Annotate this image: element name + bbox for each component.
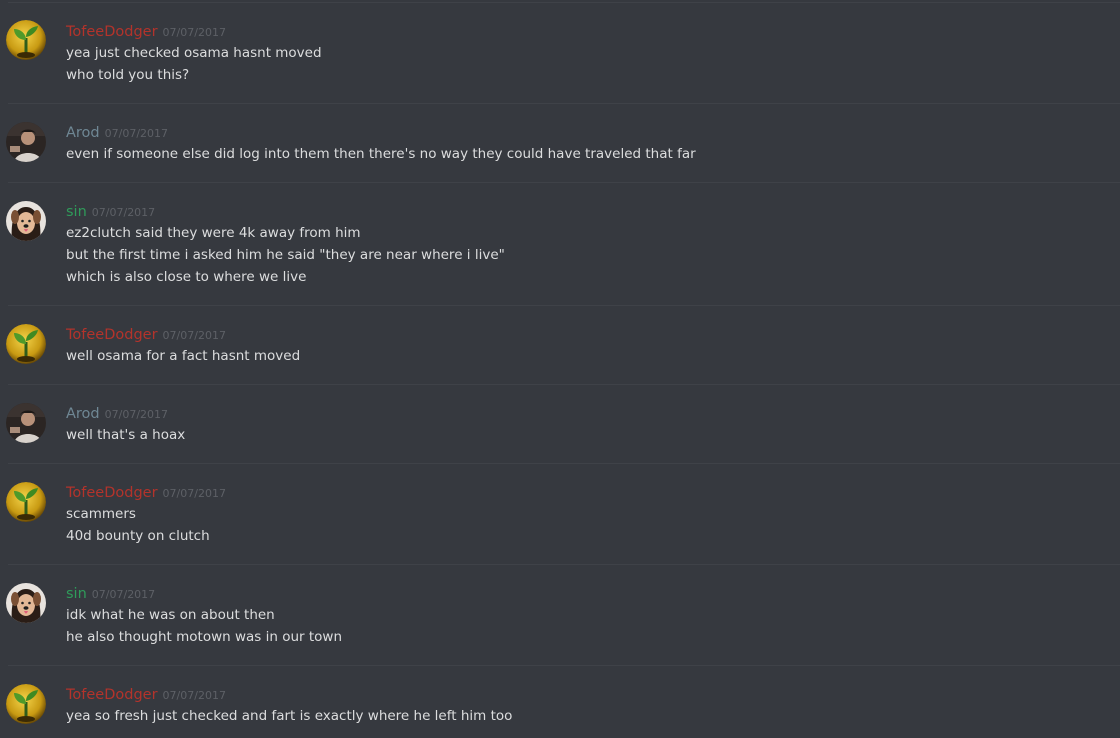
timestamp: 07/07/2017 <box>162 26 226 39</box>
message-text: he also thought motown was in our town <box>66 629 343 645</box>
avatar[interactable] <box>6 684 46 724</box>
message-divider <box>8 463 1120 464</box>
message-divider <box>8 182 1120 183</box>
message-text: well that's a hoax <box>66 427 186 443</box>
message-divider <box>8 384 1120 385</box>
message-text: who told you this? <box>66 67 190 83</box>
username[interactable]: TofeeDodger <box>66 327 158 343</box>
username[interactable]: TofeeDodger <box>66 24 158 40</box>
avatar[interactable] <box>6 583 46 623</box>
dog-filter-face-icon <box>6 201 46 241</box>
message-divider <box>8 305 1120 306</box>
message-divider <box>8 103 1120 104</box>
sprout-icon <box>6 324 46 364</box>
timestamp: 07/07/2017 <box>162 329 226 342</box>
sprout-icon <box>6 482 46 522</box>
avatar[interactable] <box>6 482 46 522</box>
message-text: yea just checked osama hasnt moved <box>66 45 322 61</box>
message-text: yea so fresh just checked and fart is ex… <box>66 708 513 724</box>
message-divider <box>8 564 1120 565</box>
message-text: which is also close to where we live <box>66 269 307 285</box>
sprout-icon <box>6 684 46 724</box>
chat-message-list: TofeeDodger 07/07/2017 yea just checked o… <box>0 0 1120 738</box>
username[interactable]: Arod <box>66 125 100 141</box>
avatar[interactable] <box>6 122 46 162</box>
message-text: idk what he was on about then <box>66 607 275 623</box>
message-text: ez2clutch said they were 4k away from hi… <box>66 225 361 241</box>
username[interactable]: Arod <box>66 406 100 422</box>
sprout-icon <box>6 20 46 60</box>
message-text: even if someone else did log into them t… <box>66 146 696 162</box>
timestamp: 07/07/2017 <box>104 127 169 140</box>
message-text: scammers <box>66 506 136 522</box>
avatar[interactable] <box>6 324 46 364</box>
avatar[interactable] <box>6 403 46 443</box>
message-text: but the first time i asked him he said "… <box>66 247 505 263</box>
username[interactable]: sin <box>66 586 87 602</box>
timestamp: 07/07/2017 <box>104 408 169 421</box>
avatar[interactable] <box>6 201 46 241</box>
username[interactable]: TofeeDodger <box>66 687 158 703</box>
username[interactable]: sin <box>66 204 87 220</box>
message-text: 40d bounty on clutch <box>66 528 210 544</box>
message-divider <box>8 665 1120 666</box>
message-divider <box>8 2 1120 3</box>
person-photo-icon <box>6 122 46 162</box>
dog-filter-face-icon <box>6 583 46 623</box>
timestamp: 07/07/2017 <box>162 689 226 702</box>
person-photo-icon <box>6 403 46 443</box>
avatar[interactable] <box>6 20 46 60</box>
message-text: well osama for a fact hasnt moved <box>66 348 301 364</box>
timestamp: 07/07/2017 <box>91 588 156 601</box>
timestamp: 07/07/2017 <box>162 487 226 500</box>
username[interactable]: TofeeDodger <box>66 485 158 501</box>
timestamp: 07/07/2017 <box>91 206 156 219</box>
